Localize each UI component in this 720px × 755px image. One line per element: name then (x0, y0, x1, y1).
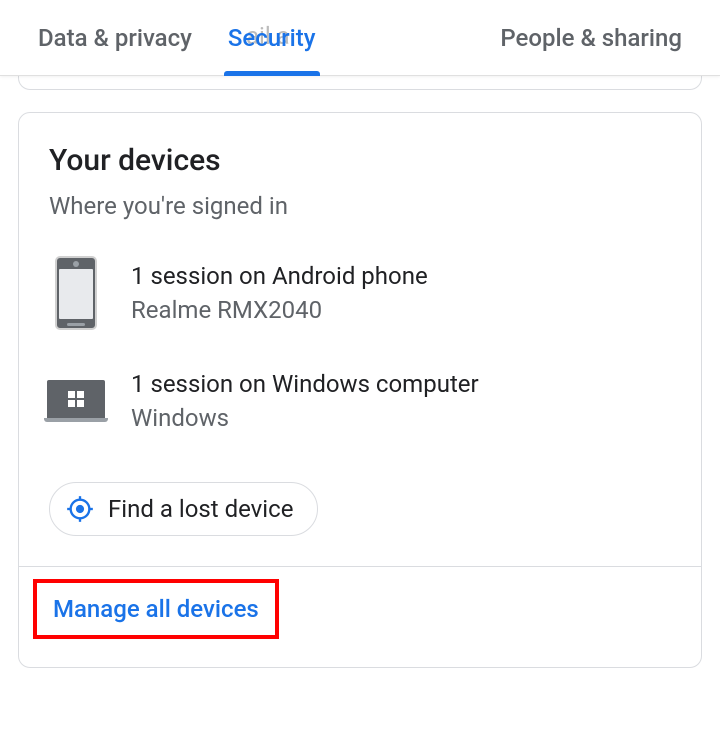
windows-logo-icon (68, 391, 84, 407)
card-title: Your devices (49, 143, 671, 178)
device-name: Windows (131, 404, 479, 432)
card-subtitle: Where you're signed in (49, 192, 671, 220)
phone-icon (49, 258, 103, 328)
tab-label: People & sharing (500, 24, 682, 52)
laptop-icon (49, 366, 103, 436)
manage-all-devices-link[interactable]: Manage all devices (53, 595, 259, 623)
tab-label: Data & privacy (38, 24, 192, 52)
tab-label: Security (228, 24, 316, 52)
tab-people-sharing[interactable]: People & sharing (482, 0, 700, 75)
device-name: Realme RMX2040 (131, 296, 428, 324)
find-device-label: Find a lost device (108, 495, 293, 523)
tab-security[interactable]: Security (210, 0, 334, 75)
device-session-title: 1 session on Windows computer (131, 370, 479, 398)
your-devices-card: Your devices Where you're signed in 1 se… (18, 112, 702, 668)
find-lost-device-button[interactable]: Find a lost device (49, 482, 318, 536)
tab-data-privacy[interactable]: Data & privacy (20, 0, 210, 75)
card-footer: Manage all devices (19, 566, 701, 667)
locate-icon (66, 495, 94, 523)
device-row[interactable]: 1 session on Android phone Realme RMX204… (49, 258, 671, 328)
device-info: 1 session on Windows computer Windows (131, 370, 479, 432)
device-session-title: 1 session on Android phone (131, 262, 428, 290)
device-info: 1 session on Android phone Realme RMX204… (131, 262, 428, 324)
device-row[interactable]: 1 session on Windows computer Windows (49, 366, 671, 436)
prev-card-edge (18, 76, 702, 90)
highlight-annotation: Manage all devices (33, 579, 279, 639)
card-body: Your devices Where you're signed in 1 se… (19, 113, 701, 566)
tabs-nav: ail a Data & privacy Security People & s… (0, 0, 720, 76)
